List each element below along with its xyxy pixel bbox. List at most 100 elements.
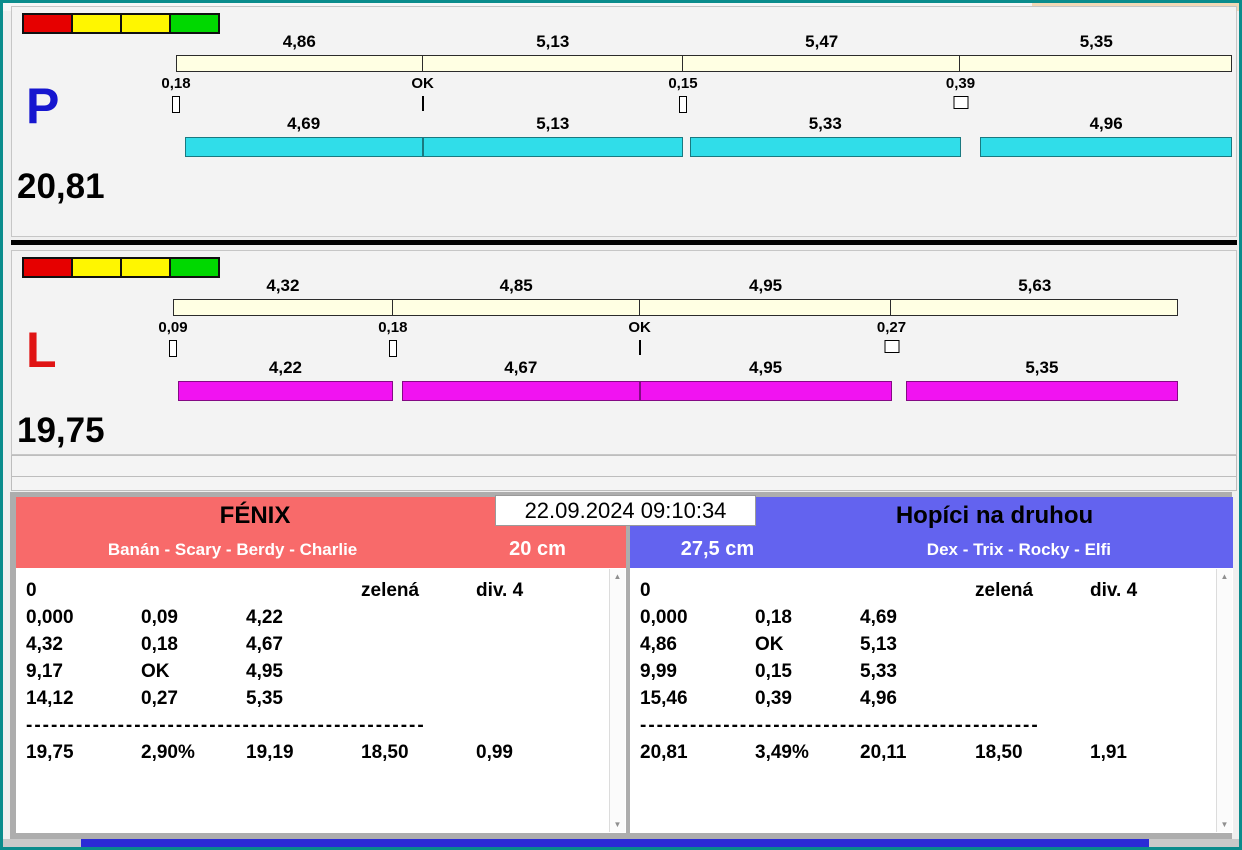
- split-segment: [960, 56, 1231, 71]
- lane-l-total-time: 19,75: [17, 411, 105, 450]
- results-rows: 0 zelená div. 4 0,000 0,09 4,22 4,32 0,18 4,67 9,…: [16, 580, 608, 769]
- change-time-label: 0,27: [876, 319, 907, 336]
- change-box-icon: [953, 96, 968, 109]
- result-cell: 19,75: [26, 742, 74, 763]
- dog-run-segment: [422, 137, 683, 157]
- change-time-label: 0,15: [668, 75, 698, 92]
- change-time-label: OK: [628, 319, 651, 336]
- clean-time-label: 4,96: [1089, 114, 1123, 133]
- result-cell: 0,000: [640, 607, 688, 628]
- spacer-strip: [11, 476, 1237, 491]
- result-cell: 0,99: [476, 742, 513, 763]
- change-time-label: 0,09: [158, 319, 188, 336]
- change-markers-row: [169, 340, 1178, 358]
- change-markers-row: [172, 96, 1232, 114]
- dog-runs-bar: [173, 381, 1178, 401]
- result-cell: 4,69: [860, 607, 897, 628]
- change-time-label: OK: [411, 75, 434, 92]
- spacer-strip: [11, 455, 1237, 477]
- dog-run-segment: [401, 381, 640, 401]
- dog-run-segment: [690, 137, 961, 157]
- total-time-bar: [173, 299, 1178, 316]
- change-time-label: 0,39: [945, 75, 976, 92]
- lane-l-letter: L: [26, 322, 57, 378]
- result-cell: 0,000: [26, 607, 74, 628]
- result-cell: div. 4: [476, 580, 524, 601]
- change-time-label: 0,18: [378, 319, 408, 336]
- start-light: [120, 257, 171, 278]
- dog-run-segment: [905, 381, 1178, 401]
- result-cell: 0,27: [141, 688, 178, 709]
- split-segment: [177, 56, 424, 71]
- change-time-label: 0,18: [161, 75, 191, 92]
- result-cell: 4,86: [640, 634, 677, 655]
- clean-times-row: 4,69 5,13 5,33 4,96: [176, 114, 1232, 135]
- team-right-name: Hopíci na druhou: [895, 502, 1094, 529]
- result-cell: 18,50: [361, 742, 409, 763]
- result-cell: 4,22: [246, 607, 283, 628]
- team-right-results[interactable]: 0 zelená div. 4 0,000 0,18 4,69 4,86 OK 5,13 9,99…: [630, 568, 1233, 833]
- result-row: 4,32 0,18 4,67: [16, 634, 608, 661]
- footer-bar: [3, 839, 1239, 847]
- scroll-down-icon[interactable]: ▼: [610, 820, 625, 829]
- split-time-label: 4,95: [749, 276, 783, 295]
- result-cell: 5,35: [246, 688, 283, 709]
- split-segment: [174, 300, 394, 315]
- start-light: [71, 13, 122, 34]
- result-row: 9,17 OK 4,95: [16, 661, 608, 688]
- change-times-row: 0,09 0,18 OK 0,27: [158, 319, 1178, 337]
- split-segment: [423, 56, 683, 71]
- change-box-icon: [884, 340, 899, 353]
- result-row: 9,99 0,15 5,33: [630, 661, 1215, 688]
- dog-run-segment: [178, 381, 393, 401]
- result-row: 4,86 OK 5,13: [630, 634, 1215, 661]
- start-light: [120, 13, 171, 34]
- result-row: 0 zelená div. 4: [630, 580, 1215, 607]
- result-cell: 4,95: [246, 661, 283, 682]
- footer-progress: [81, 839, 1149, 847]
- lane-p-bars: 4,86 5,13 5,47 5,35 0,18 OK 0,15 0,39 4,69 5,13…: [161, 7, 1232, 236]
- team-left-results[interactable]: 0 zelená div. 4 0,000 0,09 4,22 4,32 0,18 4,67 9,…: [16, 568, 626, 833]
- split-segment: [393, 300, 640, 315]
- result-cell: 4,96: [860, 688, 897, 709]
- scroll-up-icon[interactable]: ▲: [1217, 572, 1232, 581]
- team-left-name: FÉNIX: [219, 502, 291, 529]
- clean-time-label: 4,67: [504, 358, 538, 377]
- team-left-members: Banán - Scary - Berdy - Charlie: [107, 539, 358, 559]
- scroll-down-icon[interactable]: ▼: [1217, 820, 1232, 829]
- start-light: [22, 13, 73, 34]
- result-cell: 0,18: [141, 634, 178, 655]
- split-times-row: 4,86 5,13 5,47 5,35: [176, 32, 1232, 53]
- result-cell: div. 4: [1090, 580, 1138, 601]
- scrollbar[interactable]: ▲ ▼: [609, 569, 625, 832]
- split-segment: [640, 300, 892, 315]
- result-cell: 9,99: [640, 661, 677, 682]
- lane-l-panel: L 4,32 4,85 4,95 5,63 0,09 0,18 OK 0,27 4,22 4,…: [11, 250, 1237, 455]
- change-box-icon: [172, 96, 180, 113]
- scrollbar[interactable]: ▲ ▼: [1216, 569, 1232, 832]
- change-times-row: 0,18 OK 0,15 0,39: [161, 75, 1232, 93]
- result-cell: 20,11: [860, 742, 907, 763]
- result-row: 0,000 0,09 4,22: [16, 607, 608, 634]
- summary-row: 20,81 3,49% 20,11 18,50 1,91: [630, 742, 1215, 769]
- team-right-members: Dex - Trix - Rocky - Elfi: [926, 539, 1112, 559]
- clean-time-label: 5,33: [808, 114, 842, 133]
- result-cell: 1,91: [1090, 742, 1127, 763]
- dog-run-segment: [639, 381, 892, 401]
- result-row: 0 zelená div. 4: [16, 580, 608, 607]
- split-time-label: 4,86: [282, 32, 316, 51]
- result-cell: 14,12: [26, 688, 74, 709]
- start-light: [22, 257, 73, 278]
- split-segment: [683, 56, 960, 71]
- result-cell: 0,18: [755, 607, 792, 628]
- result-cell: 2,90%: [141, 742, 195, 763]
- split-time-label: 5,47: [805, 32, 839, 51]
- result-cell: 0,39: [755, 688, 792, 709]
- result-cell: 5,33: [860, 661, 897, 682]
- datetime-display: 22.09.2024 09:10:34: [495, 495, 756, 526]
- scroll-up-icon[interactable]: ▲: [610, 572, 625, 581]
- split-time-label: 5,35: [1079, 32, 1113, 51]
- clean-time-label: 4,95: [749, 358, 783, 377]
- result-cell: zelená: [975, 580, 1034, 601]
- result-cell: zelená: [361, 580, 420, 601]
